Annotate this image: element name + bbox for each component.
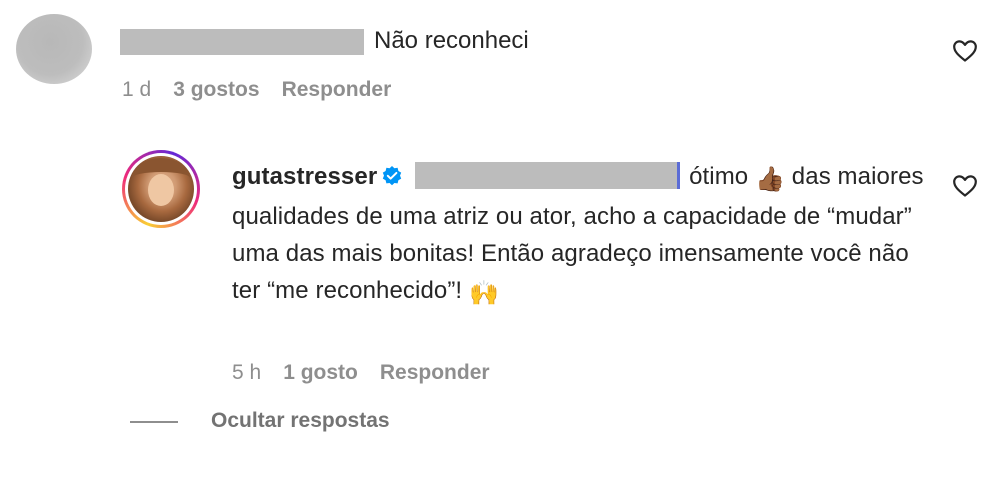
comment-likes-count[interactable]: 1 gosto xyxy=(283,361,358,384)
commenter-avatar[interactable] xyxy=(16,14,92,84)
heart-icon[interactable] xyxy=(952,39,978,63)
comment-likes-count[interactable]: 3 gostos xyxy=(173,78,259,101)
hide-replies-button[interactable]: Ocultar respostas xyxy=(211,408,390,434)
profile-photo xyxy=(128,156,194,222)
comment-text-start: ótimo xyxy=(689,163,749,190)
comment-meta: 1 d 3 gostos Responder xyxy=(122,77,413,103)
story-avatar[interactable] xyxy=(122,150,200,228)
reply-comment-body: gutastresser ótimo 👍🏾 das maiores qualid… xyxy=(232,158,932,312)
redacted-mention xyxy=(415,162,681,189)
reply-button[interactable]: Responder xyxy=(380,361,490,384)
reply-button[interactable]: Responder xyxy=(282,78,392,101)
username-link[interactable]: gutastresser xyxy=(232,163,377,190)
heart-icon[interactable] xyxy=(952,174,978,198)
raised-hands-emoji: 🙌 xyxy=(468,280,499,307)
redacted-username xyxy=(120,29,364,55)
thumbs-up-emoji: 👍🏾 xyxy=(755,166,786,193)
replies-divider-line xyxy=(130,421,178,423)
comment-text: Não reconheci xyxy=(374,27,529,54)
verified-badge-icon xyxy=(381,161,403,186)
comment-time[interactable]: 5 h xyxy=(232,361,261,384)
reply-meta: 5 h 1 gosto Responder xyxy=(232,360,512,386)
comment-time[interactable]: 1 d xyxy=(122,78,151,101)
